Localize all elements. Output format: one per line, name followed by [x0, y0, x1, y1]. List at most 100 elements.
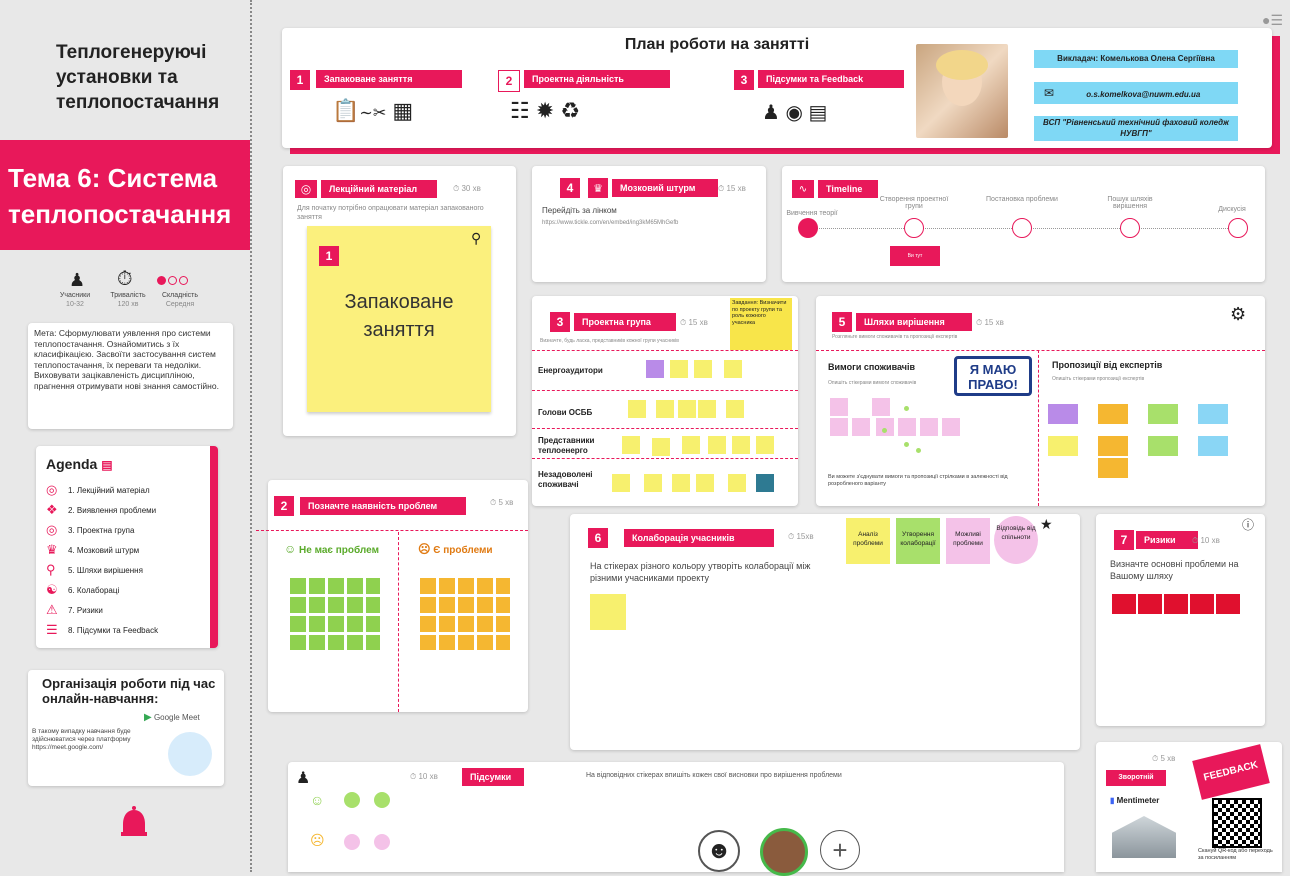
risks-tag[interactable]: Ризики: [1136, 531, 1198, 549]
project-row-4-sticky-2[interactable]: [644, 474, 662, 492]
project-row-4-sticky-4[interactable]: [696, 474, 714, 492]
requirements-sticky-2[interactable]: [872, 398, 890, 416]
summary-dot-3[interactable]: [344, 834, 360, 850]
timeline-node-2[interactable]: [904, 218, 924, 238]
collab-chip-4[interactable]: Відповідь від спільноти: [994, 516, 1038, 564]
agenda-card[interactable]: Agenda ▤ ◎ 1. Лекційний матеріал ❖ 2. Вияв…: [36, 446, 218, 648]
proposals-sticky-6[interactable]: [1098, 436, 1128, 456]
add-button[interactable]: +: [820, 830, 860, 870]
help-icon[interactable]: ⓘ: [1242, 516, 1254, 533]
agenda-item-8[interactable]: ☰ 8. Підсумки та Feedback: [46, 620, 196, 640]
plan-step-3-tag[interactable]: Підсумки та Feedback: [758, 70, 904, 88]
requirements-sticky-3[interactable]: [830, 418, 848, 436]
project-row-2-sticky-4[interactable]: [698, 400, 716, 418]
timeline-node-5[interactable]: [1228, 218, 1248, 238]
requirements-sticky-6[interactable]: [898, 418, 916, 436]
proposals-sticky-1[interactable]: [1048, 404, 1078, 424]
agenda-item-3[interactable]: ◎ 3. Проектна група: [46, 520, 196, 540]
summary-dot-2[interactable]: [374, 792, 390, 808]
no-problems-grid[interactable]: [290, 578, 380, 650]
requirements-sticky-4[interactable]: [852, 418, 870, 436]
project-row-2-sticky-3[interactable]: [678, 400, 696, 418]
project-row-1-sticky-3[interactable]: [694, 360, 712, 378]
risk-sticky-2[interactable]: [1138, 594, 1162, 614]
agenda-item-7[interactable]: ⚠ 7. Ризики: [46, 600, 196, 620]
project-row-3-sticky-5[interactable]: [732, 436, 750, 454]
agenda-item-1[interactable]: ◎ 1. Лекційний матеріал: [46, 480, 196, 500]
project-row-3-sticky-1[interactable]: [622, 436, 640, 454]
plan-step-3-num: 3: [734, 70, 754, 90]
project-row-4-sticky-3[interactable]: [672, 474, 690, 492]
timeline-node-3[interactable]: [1012, 218, 1032, 238]
collab-chip-2[interactable]: Утворення колаборації: [896, 518, 940, 564]
calendar-icon: ▤: [101, 458, 113, 472]
brainstorm-tag[interactable]: Мозковий штурм: [612, 179, 718, 197]
proposals-sticky-9[interactable]: [1098, 458, 1128, 478]
qr-code[interactable]: [1212, 798, 1262, 848]
project-row-3-sticky-3[interactable]: [682, 436, 700, 454]
lecture-tag[interactable]: Лекційний матеріал: [321, 180, 437, 198]
proposals-sticky-7[interactable]: [1148, 436, 1178, 456]
project-row-1-sticky-2[interactable]: [670, 360, 688, 378]
proposals-sticky-8[interactable]: [1198, 436, 1228, 456]
agenda-item-4[interactable]: ♛ 4. Мозковий штурм: [46, 540, 196, 560]
timeline-node-4[interactable]: [1120, 218, 1140, 238]
brainstorm-link[interactable]: https://www.tickle.com/en/embed/ing3kM65…: [542, 220, 678, 226]
proposals-title: Пропозиції від експертів: [1052, 360, 1163, 370]
summary-card: ♟ ⏱ 10 хв Підсумки На відповідних стікер…: [288, 762, 1064, 876]
project-row-3-sticky-4[interactable]: [708, 436, 726, 454]
timeline-tag[interactable]: Timeline: [818, 180, 878, 198]
collab-chip-1[interactable]: Аналіз проблеми: [846, 518, 890, 564]
risk-sticky-3[interactable]: [1164, 594, 1188, 614]
menu-icon[interactable]: ●☰: [1262, 12, 1283, 29]
proposals-sticky-4[interactable]: [1198, 404, 1228, 424]
project-row-2-sticky-5[interactable]: [726, 400, 744, 418]
goal-card: Мета: Сформулювати уявлення про системи …: [28, 323, 233, 429]
project-row-4-sticky-1[interactable]: [612, 474, 630, 492]
collab-chip-3[interactable]: Можливі проблеми: [946, 518, 990, 564]
project-row-2-sticky-2[interactable]: [656, 400, 674, 418]
project-row-2-sticky-1[interactable]: [628, 400, 646, 418]
lecture-sticky[interactable]: 1 ⚲ Запаковане заняття: [307, 226, 491, 412]
project-row-1-sticky-4[interactable]: [724, 360, 742, 378]
proposals-sticky-5[interactable]: [1048, 436, 1078, 456]
project-row-1-sticky-1[interactable]: [646, 360, 664, 378]
collab-sticky[interactable]: [590, 594, 626, 630]
requirements-sticky-7[interactable]: [920, 418, 938, 436]
agenda-item-5[interactable]: ⚲ 5. Шляхи вирішення: [46, 560, 196, 580]
agenda-item-6[interactable]: ☯ 6. Колабораці: [46, 580, 196, 600]
summary-dot-1[interactable]: [344, 792, 360, 808]
project-row-3-sticky-2[interactable]: [652, 438, 670, 456]
has-problems-grid[interactable]: [420, 578, 510, 650]
emoji-button[interactable]: ☻: [698, 830, 740, 872]
project-row-3-sticky-6[interactable]: [756, 436, 774, 454]
risk-sticky-4[interactable]: [1190, 594, 1214, 614]
project-tag[interactable]: Проектна група: [574, 313, 676, 331]
solutions-tag[interactable]: Шляхи вирішення: [856, 313, 972, 331]
avatar[interactable]: [760, 828, 808, 876]
requirements-sticky-8[interactable]: [942, 418, 960, 436]
proposals-sticky-3[interactable]: [1148, 404, 1178, 424]
requirements-sticky-5[interactable]: [876, 418, 894, 436]
feedback-button[interactable]: Зворотній зв'язок: [1106, 770, 1166, 797]
email-row[interactable]: ✉ o.s.komelkova@nuwm.edu.ua: [1034, 82, 1238, 104]
collab-num: 6: [588, 528, 608, 548]
project-row-4-sticky-6[interactable]: [756, 474, 774, 492]
plan-step-1-tag[interactable]: Запаковане заняття: [316, 70, 462, 88]
summary-timer: ⏱ 10 хв: [410, 772, 438, 781]
plan-step-2-tag[interactable]: Проектна діяльність: [524, 70, 670, 88]
list-icon: ☰: [46, 622, 58, 637]
summary-dot-4[interactable]: [374, 834, 390, 850]
problems-tag[interactable]: Позначте наявність проблем: [300, 497, 466, 515]
risk-sticky-5[interactable]: [1216, 594, 1240, 614]
agenda-item-2[interactable]: ❖ 2. Виявлення проблеми: [46, 500, 196, 520]
timeline-node-1[interactable]: [798, 218, 818, 238]
summary-tag[interactable]: Підсумки: [462, 768, 524, 786]
project-row-4-sticky-5[interactable]: [728, 474, 746, 492]
requirements-sticky-1[interactable]: [830, 398, 848, 416]
proposals-sticky-2[interactable]: [1098, 404, 1128, 424]
bell-icon[interactable]: [116, 806, 152, 842]
collab-tag[interactable]: Колаборація учасників: [624, 529, 774, 547]
risk-sticky-1[interactable]: [1112, 594, 1136, 614]
online-text: В такому випадку навчання буде здійснюва…: [32, 728, 131, 751]
